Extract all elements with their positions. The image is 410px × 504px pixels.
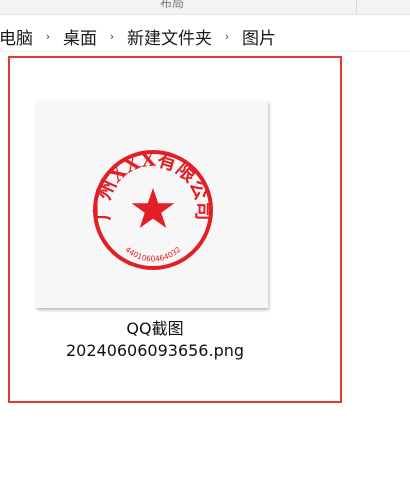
toolbar-strip: 布局: [0, 0, 410, 15]
file-name-label[interactable]: QQ截图 20240606093656.png: [10, 318, 300, 362]
toolbar-layout-label[interactable]: 布局: [160, 0, 184, 11]
file-name-line2: 20240606093656.png: [65, 341, 245, 360]
chevron-right-icon[interactable]: ›: [35, 30, 61, 43]
breadcrumb-divider: [0, 51, 410, 52]
chevron-right-icon[interactable]: ›: [214, 30, 240, 43]
svg-text:4401060464032: 4401060464032: [123, 245, 182, 264]
stamp-number-text: 4401060464032: [123, 245, 182, 264]
file-thumbnail[interactable]: 广州XXX有限公司 4401060464032: [36, 101, 268, 308]
stamp-seal-image: 广州XXX有限公司 4401060464032: [91, 148, 214, 270]
file-item-selected[interactable]: 广州XXX有限公司 4401060464032 QQ截图 20240606093…: [8, 56, 342, 403]
breadcrumb-item-new-folder[interactable]: 新建文件夹: [125, 24, 214, 49]
breadcrumb-item-computer[interactable]: 电脑: [0, 24, 35, 49]
toolbar-divider: [356, 0, 357, 14]
file-name-line1: QQ截图: [126, 319, 184, 338]
breadcrumb-item-pictures[interactable]: 图片: [240, 24, 278, 49]
breadcrumb-item-desktop[interactable]: 桌面: [61, 24, 99, 49]
chevron-right-icon[interactable]: ›: [99, 30, 125, 43]
breadcrumb: 电脑 › 桌面 › 新建文件夹 › 图片: [0, 22, 278, 50]
